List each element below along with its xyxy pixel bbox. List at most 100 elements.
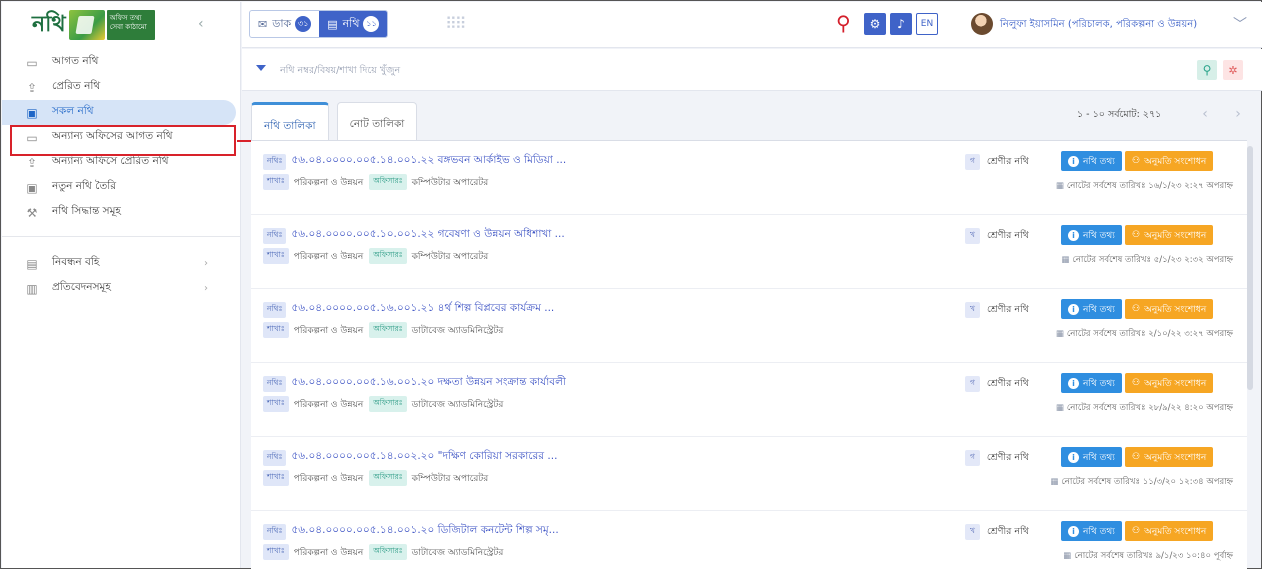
sidebar-item-2[interactable]: ⇪ প্রেরিত নথি bbox=[2, 75, 240, 100]
edit-permission-button[interactable]: ⚇ অনুমতি সংশোধন bbox=[1125, 521, 1214, 541]
file-info-label: নথি তথ্য bbox=[1083, 304, 1115, 315]
edit-permission-button[interactable]: ⚇ অনুমতি সংশোধন bbox=[1125, 151, 1214, 171]
class-badge: খ bbox=[965, 228, 980, 244]
edit-permission-label: অনুমতি সংশোধন bbox=[1144, 526, 1207, 537]
settings-gear-icon[interactable]: ⚙ bbox=[864, 13, 886, 35]
sidebar-item-label: অন্যান্য অফিসের আগত নথি bbox=[52, 130, 173, 142]
edit-permission-button[interactable]: ⚇ অনুমতি সংশোধন bbox=[1125, 447, 1214, 467]
file-info-button[interactable]: i নথি তথ্য bbox=[1061, 373, 1122, 393]
permission-icon: ⚇ bbox=[1132, 230, 1141, 240]
last-note-date: ▦ নোটের সর্বশেষ তারিখঃ ৯/১/২৩ ১০:৪০ পূর্ব… bbox=[1063, 549, 1233, 563]
outbox-icon: ⇪ bbox=[26, 80, 38, 95]
logo-word: নথি bbox=[32, 10, 66, 37]
last-note-date-text: নোটের সর্বশেষ তারিখঃ ২/১০/২২ ৩:২৭ অপরাহ্… bbox=[1066, 329, 1233, 339]
tab-note-list[interactable]: নোট তালিকা bbox=[336, 102, 418, 140]
file-row: নথিঃ ৫৬.০৪.০০০০.০০৫.১৪.০০২.২০ "দক্ষিণ কোর… bbox=[251, 437, 1247, 511]
info-icon: i bbox=[1068, 303, 1079, 315]
edit-permission-label: অনুমতি সংশোধন bbox=[1144, 452, 1207, 463]
file-title-link[interactable]: ৫৬.০৪.০০০০.০০৫.১৪.০০২.২০ "দক্ষিণ কোরিয়া… bbox=[291, 449, 557, 466]
sidebar-item-1[interactable]: ▭ আগত নথি bbox=[2, 50, 240, 75]
calendar-icon: ▦ bbox=[1061, 255, 1070, 265]
sidebar-item-3[interactable]: ▣ সকল নথি bbox=[2, 100, 236, 125]
file-row-header: নথিঃ ৫৬.০৪.০০০০.০০৫.১০.০০১.২২ গবেষণা ও উন… bbox=[263, 227, 565, 244]
edit-permission-label: অনুমতি সংশোধন bbox=[1144, 230, 1207, 241]
bell-icon[interactable]: ♪ bbox=[890, 13, 912, 35]
edit-permission-button[interactable]: ⚇ অনুমতি সংশোধন bbox=[1125, 225, 1214, 245]
user-name[interactable]: নিলুফা ইয়াসমিন (পরিচালক, পরিকল্পনা ও উন… bbox=[1000, 17, 1197, 34]
chevron-right-icon: › bbox=[204, 258, 208, 269]
top-bar: ✉ ডাক ৩১ ▤ নথি ১১ ⠿⠿ ⚲ ⚙ ♪ EN নিলুফা ইয়াসমিন… bbox=[242, 2, 1262, 48]
count-badge: ১১ bbox=[363, 16, 380, 32]
sidebar-group-2[interactable]: ▥ প্রতিবেদনসমূহ › bbox=[2, 276, 240, 301]
file-info-label: নথি তথ্য bbox=[1083, 230, 1115, 241]
filter-dropdown-icon[interactable] bbox=[256, 65, 266, 71]
permission-icon: ⚇ bbox=[1132, 304, 1141, 314]
avatar[interactable] bbox=[971, 13, 993, 35]
calendar-icon: ▦ bbox=[1063, 551, 1072, 561]
file-class: গ শ্রেণীর নথি bbox=[965, 154, 1029, 170]
file-title-link[interactable]: ৫৬.০৪.০০০০.০০৫.১৪.০০১.২০ ডিজিটাল কনটেন্ট… bbox=[291, 523, 558, 540]
file-info-button[interactable]: i নথি তথ্য bbox=[1061, 299, 1122, 319]
file-info-button[interactable]: i নথি তথ্য bbox=[1061, 225, 1122, 245]
collapse-sidebar-icon[interactable]: ‹ bbox=[198, 16, 204, 32]
file-row-header: নথিঃ ৫৬.০৪.০০০০.০০৫.১৬.০০১.২০ দক্ষতা উন্ন… bbox=[263, 375, 566, 392]
sidebar-item-label: নথি সিদ্ধান্ত সমূহ bbox=[52, 205, 121, 217]
language-toggle[interactable]: EN bbox=[916, 13, 938, 35]
search-input[interactable] bbox=[280, 59, 1180, 81]
file-row-meta: শাখাঃ পরিকল্পনা ও উন্নয়ন অফিসারঃ ডাটাবেজ অ… bbox=[263, 322, 509, 338]
file-title-link[interactable]: ৫৬.০৪.০০০০.০০৫.১৬.০০১.২১ ৪র্থ শিল্প বিপ্… bbox=[291, 301, 554, 318]
apps-grid-icon[interactable]: ⠿⠿ bbox=[445, 14, 466, 33]
file-info-button[interactable]: i নথি তথ্য bbox=[1061, 447, 1122, 467]
branch-value: পরিকল্পনা ও উন্নয়ন bbox=[293, 177, 364, 188]
branch-value: পরিকল্পনা ও উন্নয়ন bbox=[293, 325, 364, 336]
officer-value: কম্পিউটার অপারেটর bbox=[411, 251, 489, 262]
chevron-down-icon[interactable]: ﹀ bbox=[1233, 14, 1247, 34]
file-tag: নথিঃ bbox=[263, 227, 287, 244]
module-tab-label: নথি bbox=[342, 16, 360, 30]
module-tab-1[interactable]: ✉ ডাক ৩১ bbox=[250, 11, 319, 37]
permission-icon: ⚇ bbox=[1132, 452, 1141, 462]
module-tab-2[interactable]: ▤ নথি ১১ bbox=[319, 11, 388, 37]
class-badge: খ bbox=[965, 302, 980, 318]
edit-permission-label: অনুমতি সংশোধন bbox=[1144, 378, 1207, 389]
reset-icon[interactable]: ✲ bbox=[1223, 60, 1243, 80]
edit-permission-label: অনুমতি সংশোধন bbox=[1144, 156, 1207, 167]
file-title-link[interactable]: ৫৬.০৪.০০০০.০০৫.১৪.০০১.২২ বঙ্গভবন আর্কাইভ… bbox=[291, 153, 566, 170]
officer-value: ডাটাবেজ অ্যাডমিনিস্ট্রেটর bbox=[411, 325, 504, 336]
gavel-icon: ⚒ bbox=[26, 205, 38, 220]
branch-value: পরিকল্পনা ও উন্নয়ন bbox=[293, 251, 364, 262]
class-label: শ্রেণীর নথি bbox=[986, 451, 1029, 463]
prev-page-icon[interactable]: ‹ bbox=[1194, 103, 1216, 125]
tab-file-list[interactable]: নথি তালিকা bbox=[251, 102, 329, 140]
officer-tag: অফিসারঃ bbox=[369, 174, 407, 190]
new-file-icon: ▣ bbox=[26, 180, 38, 195]
edit-permission-button[interactable]: ⚇ অনুমতি সংশোধন bbox=[1125, 299, 1214, 319]
last-note-date-text: নোটের সর্বশেষ তারিখঃ ২৮/৯/২২ ৪:২০ অপরাহ্… bbox=[1066, 403, 1233, 413]
branch-tag: শাখাঃ bbox=[263, 248, 289, 264]
next-page-icon[interactable]: › bbox=[1227, 103, 1249, 125]
file-title-link[interactable]: ৫৬.০৪.০০০০.০০৫.১৬.০০১.২০ দক্ষতা উন্নয়ন … bbox=[291, 375, 565, 392]
file-info-button[interactable]: i নথি তথ্য bbox=[1061, 151, 1122, 171]
sidebar-group-label: প্রতিবেদনসমূহ bbox=[52, 281, 111, 293]
sidebar-item-4[interactable]: ▭ অন্যান্য অফিসের আগত নথি bbox=[2, 125, 240, 150]
sidebar-item-7[interactable]: ⚒ নথি সিদ্ধান্ত সমূহ bbox=[2, 200, 240, 225]
search-icon[interactable]: ⚲ bbox=[836, 11, 851, 35]
sidebar-item-label: আগত নথি bbox=[52, 55, 99, 67]
search-submit-icon[interactable]: ⚲ bbox=[1197, 60, 1217, 80]
info-icon: i bbox=[1068, 525, 1079, 537]
edit-permission-button[interactable]: ⚇ অনুমতি সংশোধন bbox=[1125, 373, 1214, 393]
sidebar-group-1[interactable]: ▤ নিবন্ধন বহি › bbox=[2, 251, 240, 276]
file-title-link[interactable]: ৫৬.০৪.০০০০.০০৫.১০.০০১.২২ গবেষণা ও উন্নয়… bbox=[291, 227, 564, 244]
sidebar-item-5[interactable]: ⇪ অন্যান্য অফিসে প্রেরিত নথি bbox=[2, 150, 240, 175]
file-info-button[interactable]: i নথি তথ্য bbox=[1061, 521, 1122, 541]
outbox-icon: ⇪ bbox=[26, 155, 38, 170]
sidebar-item-6[interactable]: ▣ নতুন নথি তৈরি bbox=[2, 175, 240, 200]
scrollbar[interactable] bbox=[1247, 146, 1253, 390]
last-note-date-text: নোটের সর্বশেষ তারিখঃ ১৬/১/২৩ ২:২৭ অপরাহ্… bbox=[1066, 181, 1233, 191]
logo[interactable]: নথি অফিস তথ্য সেবা কাঠামো bbox=[32, 7, 155, 44]
branch-value: পরিকল্পনা ও উন্নয়ন bbox=[293, 547, 364, 558]
officer-tag: অফিসারঃ bbox=[369, 470, 407, 486]
calendar-icon: ▦ bbox=[1050, 477, 1059, 487]
file-list: নথিঃ ৫৬.০৪.০০০০.০০৫.১৪.০০১.২২ বঙ্গভবন আর্… bbox=[251, 140, 1247, 569]
sidebar-group-label: নিবন্ধন বহি bbox=[52, 256, 100, 268]
